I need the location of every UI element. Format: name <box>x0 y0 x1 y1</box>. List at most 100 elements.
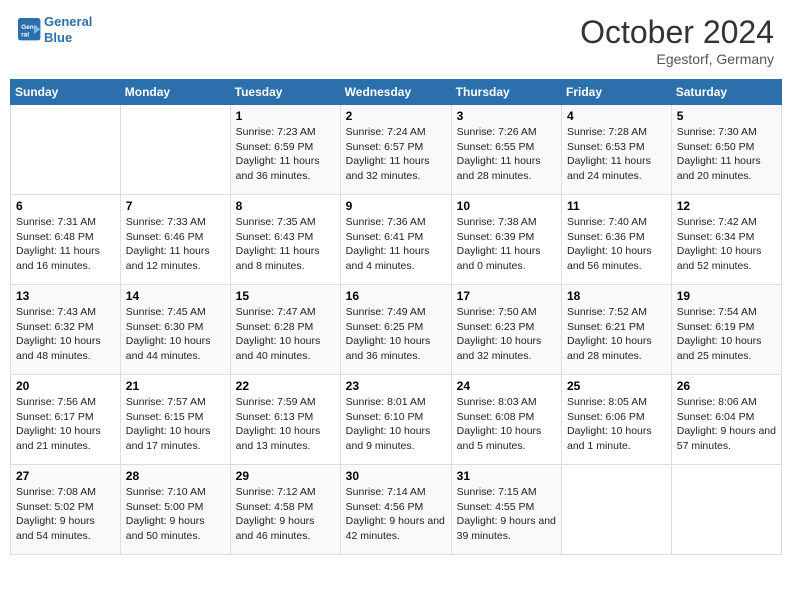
day-number: 30 <box>346 469 446 483</box>
calendar-cell: 28 Sunrise: 7:10 AMSunset: 5:00 PMDayligh… <box>120 465 230 555</box>
calendar-cell: 24 Sunrise: 8:03 AMSunset: 6:08 PMDayligh… <box>451 375 561 465</box>
day-number: 11 <box>567 199 666 213</box>
day-info: Sunrise: 8:06 AMSunset: 6:04 PMDaylight:… <box>677 395 776 454</box>
day-info: Sunrise: 7:40 AMSunset: 6:36 PMDaylight:… <box>567 215 666 274</box>
day-number: 5 <box>677 109 776 123</box>
day-info: Sunrise: 7:57 AMSunset: 6:15 PMDaylight:… <box>126 395 225 454</box>
title-area: October 2024 Egestorf, Germany <box>580 14 774 67</box>
calendar-cell: 27Sunrise: 7:08 AMSunset: 5:02 PMDayligh… <box>11 465 121 555</box>
day-number: 13 <box>16 289 115 303</box>
calendar-cell: 15 Sunrise: 7:47 AMSunset: 6:28 PMDayligh… <box>230 285 340 375</box>
calendar-cell <box>11 105 121 195</box>
calendar-week-row: 20 Sunrise: 7:56 AMSunset: 6:17 PMDayligh… <box>11 375 782 465</box>
calendar-cell: 6 Sunrise: 7:31 AMSunset: 6:48 PMDaylight… <box>11 195 121 285</box>
logo: Gene ral General Blue <box>18 14 92 45</box>
calendar-cell: 14 Sunrise: 7:45 AMSunset: 6:30 PMDayligh… <box>120 285 230 375</box>
day-number: 28 <box>126 469 225 483</box>
day-number: 12 <box>677 199 776 213</box>
calendar-week-row: 13 Sunrise: 7:43 AMSunset: 6:32 PMDayligh… <box>11 285 782 375</box>
calendar-cell <box>120 105 230 195</box>
weekday-header-tuesday: Tuesday <box>230 80 340 105</box>
day-number: 16 <box>346 289 446 303</box>
logo-text: General Blue <box>44 14 92 45</box>
day-info: Sunrise: 7:43 AMSunset: 6:32 PMDaylight:… <box>16 305 115 364</box>
day-info: Sunrise: 7:38 AMSunset: 6:39 PMDaylight:… <box>457 215 556 274</box>
calendar-table: SundayMondayTuesdayWednesdayThursdayFrid… <box>10 79 782 555</box>
header: Gene ral General Blue October 2024 Egest… <box>10 10 782 71</box>
location: Egestorf, Germany <box>580 51 774 67</box>
day-info: Sunrise: 7:47 AMSunset: 6:28 PMDaylight:… <box>236 305 335 364</box>
day-number: 31 <box>457 469 556 483</box>
day-info: Sunrise: 7:50 AMSunset: 6:23 PMDaylight:… <box>457 305 556 364</box>
day-number: 15 <box>236 289 335 303</box>
day-info: Sunrise: 8:05 AMSunset: 6:06 PMDaylight:… <box>567 395 666 454</box>
day-info: Sunrise: 7:31 AMSunset: 6:48 PMDaylight:… <box>16 215 115 274</box>
day-info: Sunrise: 7:14 AMSunset: 4:56 PMDaylight:… <box>346 485 446 544</box>
calendar-cell: 17 Sunrise: 7:50 AMSunset: 6:23 PMDayligh… <box>451 285 561 375</box>
calendar-cell: 2Sunrise: 7:24 AMSunset: 6:57 PMDaylight… <box>340 105 451 195</box>
calendar-cell: 4 Sunrise: 7:28 AMSunset: 6:53 PMDaylight… <box>562 105 672 195</box>
calendar-cell: 30 Sunrise: 7:14 AMSunset: 4:56 PMDayligh… <box>340 465 451 555</box>
day-info: Sunrise: 7:35 AMSunset: 6:43 PMDaylight:… <box>236 215 335 274</box>
day-number: 7 <box>126 199 225 213</box>
day-info: Sunrise: 7:28 AMSunset: 6:53 PMDaylight:… <box>567 125 666 184</box>
calendar-cell: 18 Sunrise: 7:52 AMSunset: 6:21 PMDayligh… <box>562 285 672 375</box>
calendar-cell: 1 Sunrise: 7:23 AMSunset: 6:59 PMDaylight… <box>230 105 340 195</box>
calendar-cell: 8 Sunrise: 7:35 AMSunset: 6:43 PMDaylight… <box>230 195 340 285</box>
day-number: 6 <box>16 199 115 213</box>
calendar-cell: 5 Sunrise: 7:30 AMSunset: 6:50 PMDaylight… <box>671 105 781 195</box>
logo-icon: Gene ral <box>18 18 42 42</box>
calendar-cell: 29 Sunrise: 7:12 AMSunset: 4:58 PMDayligh… <box>230 465 340 555</box>
day-info: Sunrise: 7:23 AMSunset: 6:59 PMDaylight:… <box>236 125 335 184</box>
day-number: 20 <box>16 379 115 393</box>
day-info: Sunrise: 8:03 AMSunset: 6:08 PMDaylight:… <box>457 395 556 454</box>
calendar-cell: 22 Sunrise: 7:59 AMSunset: 6:13 PMDayligh… <box>230 375 340 465</box>
day-number: 22 <box>236 379 335 393</box>
calendar-cell <box>562 465 672 555</box>
calendar-cell: 12 Sunrise: 7:42 AMSunset: 6:34 PMDayligh… <box>671 195 781 285</box>
day-number: 17 <box>457 289 556 303</box>
day-number: 23 <box>346 379 446 393</box>
svg-text:ral: ral <box>21 31 29 38</box>
day-info: Sunrise: 7:52 AMSunset: 6:21 PMDaylight:… <box>567 305 666 364</box>
calendar-cell <box>671 465 781 555</box>
day-info: Sunrise: 7:30 AMSunset: 6:50 PMDaylight:… <box>677 125 776 184</box>
day-info: Sunrise: 7:33 AMSunset: 6:46 PMDaylight:… <box>126 215 225 274</box>
day-number: 27 <box>16 469 115 483</box>
calendar-cell: 11 Sunrise: 7:40 AMSunset: 6:36 PMDayligh… <box>562 195 672 285</box>
day-number: 29 <box>236 469 335 483</box>
day-number: 25 <box>567 379 666 393</box>
day-number: 4 <box>567 109 666 123</box>
calendar-cell: 21 Sunrise: 7:57 AMSunset: 6:15 PMDayligh… <box>120 375 230 465</box>
day-number: 8 <box>236 199 335 213</box>
day-info: Sunrise: 7:42 AMSunset: 6:34 PMDaylight:… <box>677 215 776 274</box>
day-info: Sunrise: 7:36 AMSunset: 6:41 PMDaylight:… <box>346 215 446 274</box>
day-info: Sunrise: 8:01 AMSunset: 6:10 PMDaylight:… <box>346 395 446 454</box>
calendar-cell: 26Sunrise: 8:06 AMSunset: 6:04 PMDayligh… <box>671 375 781 465</box>
weekday-header-friday: Friday <box>562 80 672 105</box>
calendar-cell: 13 Sunrise: 7:43 AMSunset: 6:32 PMDayligh… <box>11 285 121 375</box>
month-title: October 2024 <box>580 14 774 51</box>
calendar-week-row: 1 Sunrise: 7:23 AMSunset: 6:59 PMDaylight… <box>11 105 782 195</box>
calendar-cell: 19Sunrise: 7:54 AMSunset: 6:19 PMDayligh… <box>671 285 781 375</box>
day-info: Sunrise: 7:45 AMSunset: 6:30 PMDaylight:… <box>126 305 225 364</box>
calendar-cell: 7 Sunrise: 7:33 AMSunset: 6:46 PMDaylight… <box>120 195 230 285</box>
day-info: Sunrise: 7:56 AMSunset: 6:17 PMDaylight:… <box>16 395 115 454</box>
calendar-cell: 10Sunrise: 7:38 AMSunset: 6:39 PMDayligh… <box>451 195 561 285</box>
day-info: Sunrise: 7:24 AMSunset: 6:57 PMDaylight:… <box>346 125 446 184</box>
day-number: 14 <box>126 289 225 303</box>
day-number: 18 <box>567 289 666 303</box>
day-info: Sunrise: 7:12 AMSunset: 4:58 PMDaylight:… <box>236 485 335 544</box>
calendar-cell: 16 Sunrise: 7:49 AMSunset: 6:25 PMDayligh… <box>340 285 451 375</box>
weekday-header-thursday: Thursday <box>451 80 561 105</box>
day-number: 1 <box>236 109 335 123</box>
calendar-cell: 31Sunrise: 7:15 AMSunset: 4:55 PMDayligh… <box>451 465 561 555</box>
day-info: Sunrise: 7:59 AMSunset: 6:13 PMDaylight:… <box>236 395 335 454</box>
day-info: Sunrise: 7:49 AMSunset: 6:25 PMDaylight:… <box>346 305 446 364</box>
day-number: 24 <box>457 379 556 393</box>
weekday-header-monday: Monday <box>120 80 230 105</box>
calendar-cell: 23 Sunrise: 8:01 AMSunset: 6:10 PMDayligh… <box>340 375 451 465</box>
day-number: 9 <box>346 199 446 213</box>
day-info: Sunrise: 7:10 AMSunset: 5:00 PMDaylight:… <box>126 485 225 544</box>
day-number: 21 <box>126 379 225 393</box>
